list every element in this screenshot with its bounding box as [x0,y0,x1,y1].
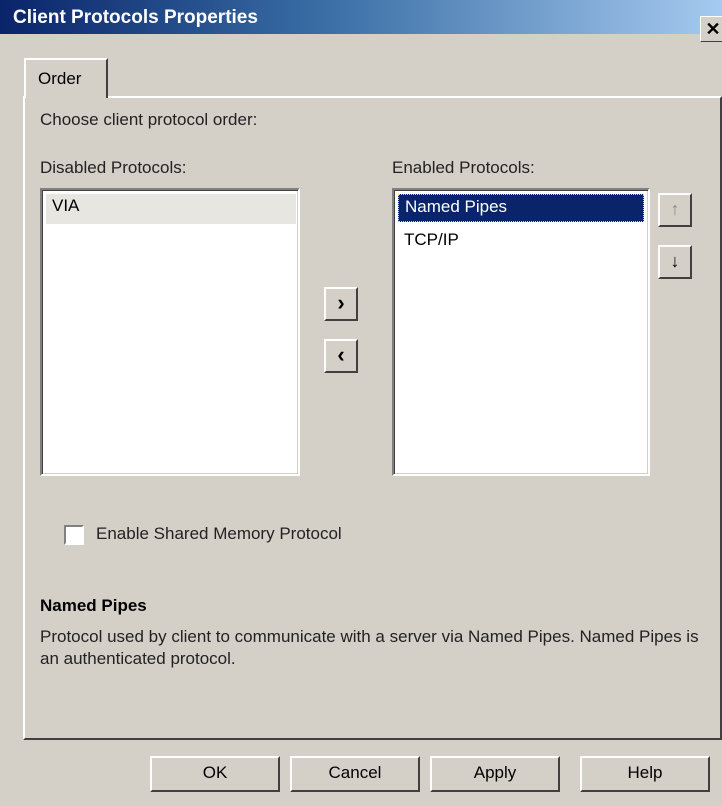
chevron-right-icon: › [337,290,345,315]
shared-memory-checkbox[interactable] [64,525,84,545]
window-title: Client Protocols Properties [13,7,258,28]
chevron-left-icon: ‹ [337,342,345,367]
shared-memory-label[interactable]: Enable Shared Memory Protocol [96,524,342,544]
list-item[interactable]: VIA [46,194,296,224]
ok-button[interactable]: OK [150,756,280,792]
move-up-button[interactable]: ↑ [658,193,692,227]
help-button[interactable]: Help [580,756,710,792]
close-button[interactable]: ✕ [700,16,722,42]
arrow-up-icon: ↑ [670,199,680,219]
move-down-button[interactable]: ↓ [658,245,692,279]
arrow-down-icon: ↓ [670,251,680,271]
tab-order-label: Order [38,69,82,88]
client-protocols-dialog: Client Protocols Properties ✕ Order Choo… [0,0,722,806]
disabled-protocols-label: Disabled Protocols: [40,158,187,177]
close-icon: ✕ [705,19,721,39]
move-right-button[interactable]: › [324,287,358,321]
enabled-protocols-label: Enabled Protocols: [392,158,535,177]
description-text: Protocol used by client to communicate w… [40,627,699,668]
title-bar: Client Protocols Properties [0,0,722,34]
list-item-selected[interactable]: Named Pipes [398,194,644,222]
apply-button[interactable]: Apply [430,756,560,792]
disabled-protocols-list[interactable]: VIA [40,188,300,476]
list-item[interactable]: TCP/IP [398,228,644,256]
order-instruction: Choose client protocol order: [40,110,258,129]
enabled-protocols-list[interactable]: Named Pipes TCP/IP [392,188,650,476]
description-title: Named Pipes [40,596,147,615]
cancel-button[interactable]: Cancel [290,756,420,792]
move-left-button[interactable]: ‹ [324,339,358,373]
tab-order[interactable]: Order [24,58,108,98]
